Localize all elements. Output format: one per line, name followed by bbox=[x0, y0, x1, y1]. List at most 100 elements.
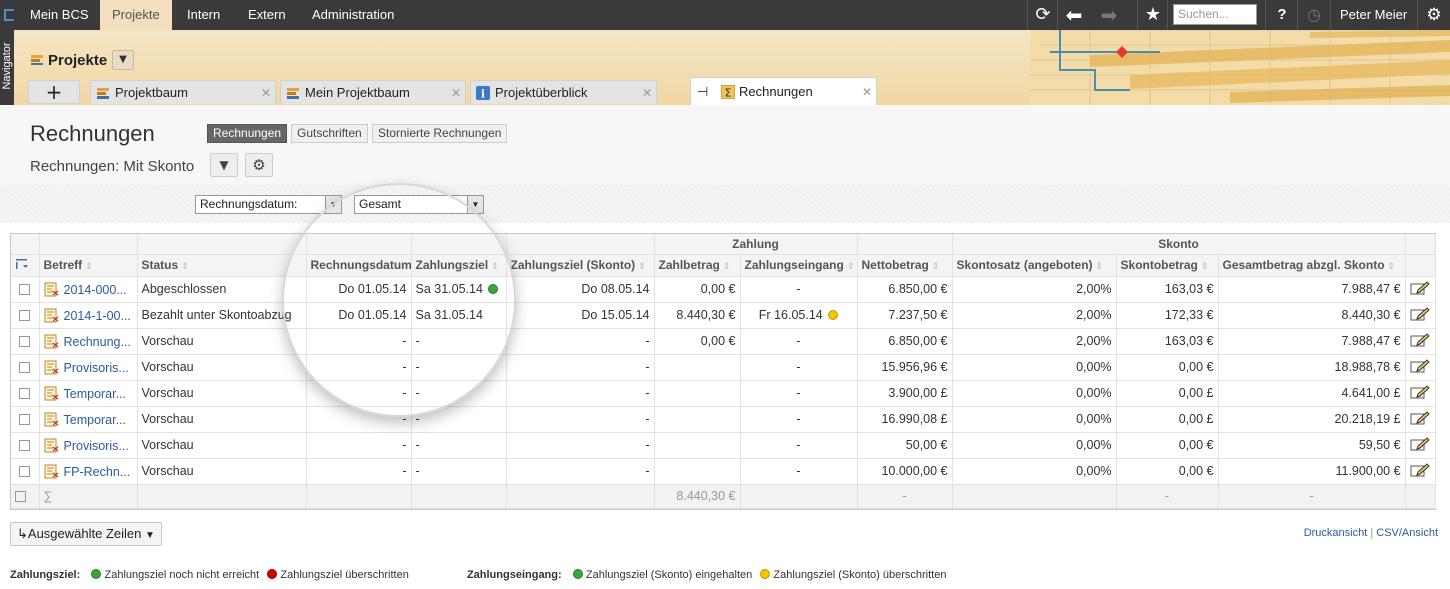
edit-cell[interactable] bbox=[1405, 406, 1436, 433]
edit-pencil-icon[interactable] bbox=[1410, 332, 1430, 347]
edit-cell[interactable] bbox=[1405, 302, 1436, 329]
app-logo-icon[interactable] bbox=[0, 0, 18, 30]
table-row[interactable]: Temporar... Vorschau - - - -3.900,00 £0,00% 0,… bbox=[11, 380, 1436, 407]
edit-pencil-icon[interactable] bbox=[1410, 436, 1430, 451]
tab-rechnungen[interactable]: ⊣ Σ Rechnungen ✕ bbox=[690, 77, 877, 105]
column-nettobetrag[interactable]: Nettobetrag ⇕ bbox=[857, 254, 953, 277]
segment-rechnungen[interactable]: Rechnungen bbox=[207, 124, 288, 143]
betreff-link[interactable]: Temporar... bbox=[64, 387, 127, 401]
betreff-link[interactable]: 2014-000... bbox=[64, 283, 127, 297]
help-icon[interactable]: ? bbox=[1268, 0, 1296, 30]
betreff-link[interactable]: FP-Rechn... bbox=[64, 465, 131, 479]
edit-pencil-icon[interactable] bbox=[1410, 358, 1430, 373]
green-plus-icon bbox=[91, 569, 102, 579]
tab-projektueberblick[interactable]: i Projektüberblick ✕ bbox=[470, 80, 657, 104]
column-gesamtbetrag[interactable]: Gesamtbetrag abzgl. Skonto ⇕ bbox=[1218, 254, 1406, 277]
edit-cell[interactable] bbox=[1405, 432, 1436, 459]
search-input[interactable]: Suchen... bbox=[1173, 4, 1257, 25]
edit-pencil-icon[interactable] bbox=[1410, 306, 1430, 321]
add-tab-button[interactable]: + bbox=[28, 80, 80, 104]
tab-mein-projektbaum[interactable]: Mein Projektbaum ✕ bbox=[280, 80, 466, 104]
print-view-link[interactable]: Druckansicht bbox=[1304, 527, 1368, 539]
betreff-cell[interactable]: Provisoris... bbox=[39, 432, 138, 459]
column-skontosatz[interactable]: Skontosatz (angeboten) ⇕ bbox=[952, 254, 1117, 277]
betreff-link[interactable]: Temporar... bbox=[64, 413, 127, 427]
column-zahlungsziel-skonto[interactable]: Zahlungsziel (Skonto) ⇕ bbox=[506, 254, 655, 277]
betreff-cell[interactable]: Provisoris... bbox=[39, 354, 138, 381]
edit-cell[interactable] bbox=[1405, 354, 1436, 381]
betreff-cell[interactable]: Temporar... bbox=[39, 380, 138, 407]
date-range-select[interactable]: Gesamt ▼ bbox=[354, 195, 484, 214]
table-row[interactable]: 2014-1-00... Bezahlt unter Skontoabzug Do … bbox=[11, 302, 1436, 329]
nav-administration[interactable]: Administration bbox=[300, 0, 406, 30]
pin-icon[interactable]: ⊣ bbox=[697, 78, 708, 105]
row-checkbox[interactable] bbox=[19, 336, 31, 348]
table-row[interactable]: Temporar... Vorschau - - - -16.990,08 £0,00% 0… bbox=[11, 406, 1436, 433]
settings-gear-icon[interactable]: ⚙ bbox=[1420, 0, 1448, 30]
row-checkbox[interactable] bbox=[19, 310, 31, 322]
row-checkbox[interactable] bbox=[19, 284, 31, 296]
table-row[interactable]: Provisoris... Vorschau - - - -15.956,96 €0,00… bbox=[11, 354, 1436, 381]
edit-cell[interactable] bbox=[1405, 380, 1436, 407]
stopwatch-icon[interactable]: ◷ bbox=[1300, 0, 1328, 30]
segment-gutschriften[interactable]: Gutschriften bbox=[291, 124, 368, 143]
user-name[interactable]: Peter Meier bbox=[1340, 0, 1407, 30]
forward-icon[interactable]: ➡ bbox=[1095, 0, 1123, 30]
column-skontobetrag[interactable]: Skontobetrag ⇕ bbox=[1116, 254, 1219, 277]
column-betreff[interactable]: Betreff ⇕ bbox=[39, 254, 138, 277]
table-row[interactable]: Provisoris... Vorschau - - - -50,00 €0,00% 0,0… bbox=[11, 432, 1436, 459]
edit-pencil-icon[interactable] bbox=[1410, 462, 1430, 477]
nav-projekte[interactable]: Projekte bbox=[100, 0, 172, 30]
view-dropdown-button[interactable]: ▼ bbox=[210, 153, 238, 177]
table-row[interactable]: FP-Rechn... Vorschau - - - -10.000,00 €0,00% 0… bbox=[11, 458, 1436, 485]
column-zahlungseingang[interactable]: Zahlungseingang ⇕ bbox=[740, 254, 858, 277]
column-status[interactable]: Status ⇕ bbox=[137, 254, 307, 277]
sum-checkbox-cell[interactable] bbox=[11, 484, 40, 509]
betreff-cell[interactable]: 2014-1-00... bbox=[39, 302, 138, 329]
row-checkbox[interactable] bbox=[19, 440, 31, 452]
csv-view-link[interactable]: CSV/Ansicht bbox=[1376, 527, 1438, 539]
nav-intern[interactable]: Intern bbox=[175, 0, 232, 30]
betreff-link[interactable]: 2014-1-00... bbox=[64, 309, 131, 323]
close-icon[interactable]: ✕ bbox=[642, 81, 652, 105]
column-chooser-icon[interactable] bbox=[11, 254, 40, 277]
nav-extern[interactable]: Extern bbox=[236, 0, 298, 30]
row-checkbox[interactable] bbox=[19, 362, 31, 374]
betreff-cell[interactable]: 2014-000... bbox=[39, 276, 138, 303]
row-checkbox[interactable] bbox=[19, 414, 31, 426]
betreff-cell[interactable]: Rechnung... bbox=[39, 328, 138, 355]
close-icon[interactable]: ✕ bbox=[862, 78, 872, 105]
refresh-icon[interactable]: ⟳ bbox=[1029, 0, 1057, 30]
close-icon[interactable]: ✕ bbox=[261, 81, 271, 105]
edit-pencil-icon[interactable] bbox=[1410, 384, 1430, 399]
close-icon[interactable]: ✕ bbox=[451, 81, 461, 105]
navigator-sidebar-toggle[interactable]: Navigator bbox=[0, 30, 14, 105]
back-icon[interactable]: ⬅ bbox=[1060, 0, 1088, 30]
table-row[interactable]: 2014-000... Abgeschlossen Do 01.05.14 Sa 31… bbox=[11, 276, 1436, 303]
edit-cell[interactable] bbox=[1405, 276, 1436, 303]
betreff-link[interactable]: Rechnung... bbox=[64, 335, 131, 349]
nav-mein-bcs[interactable]: Mein BCS bbox=[18, 0, 101, 30]
betreff-cell[interactable]: FP-Rechn... bbox=[39, 458, 138, 485]
betreff-link[interactable]: Provisoris... bbox=[64, 361, 129, 375]
betreff-link[interactable]: Provisoris... bbox=[64, 439, 129, 453]
column-zahlungsziel[interactable]: Zahlungsziel ⇕ bbox=[411, 254, 507, 277]
table-row[interactable]: Rechnung... Vorschau - - -0,00 € -6.850,00 €2… bbox=[11, 328, 1436, 355]
bulk-actions-button[interactable]: ↳Ausgewählte Zeilen ▼ bbox=[10, 522, 162, 546]
date-field-select[interactable]: Rechnungsdatum: ▼ bbox=[195, 195, 342, 214]
segment-stornierte-rechnungen[interactable]: Stornierte Rechnungen bbox=[372, 124, 508, 143]
edit-cell[interactable] bbox=[1405, 458, 1436, 485]
edit-pencil-icon[interactable] bbox=[1410, 280, 1430, 295]
column-rechnungsdatum[interactable]: Rechnungsdatum bbox=[306, 254, 412, 277]
row-checkbox[interactable] bbox=[19, 388, 31, 400]
edit-pencil-icon[interactable] bbox=[1410, 410, 1430, 425]
tab-projektbaum[interactable]: Projektbaum ✕ bbox=[90, 80, 276, 104]
row-checkbox[interactable] bbox=[19, 466, 31, 478]
edit-cell[interactable] bbox=[1405, 328, 1436, 355]
favorites-star-icon[interactable]: ★ bbox=[1139, 0, 1167, 30]
column-zahlbetrag[interactable]: Zahlbetrag ⇕ bbox=[654, 254, 741, 277]
betreff-cell[interactable]: Temporar... bbox=[39, 406, 138, 433]
invoice-icon bbox=[44, 282, 58, 296]
project-dropdown-button[interactable]: ▼ bbox=[112, 50, 134, 70]
view-settings-gear-icon[interactable]: ⚙ bbox=[245, 153, 273, 177]
